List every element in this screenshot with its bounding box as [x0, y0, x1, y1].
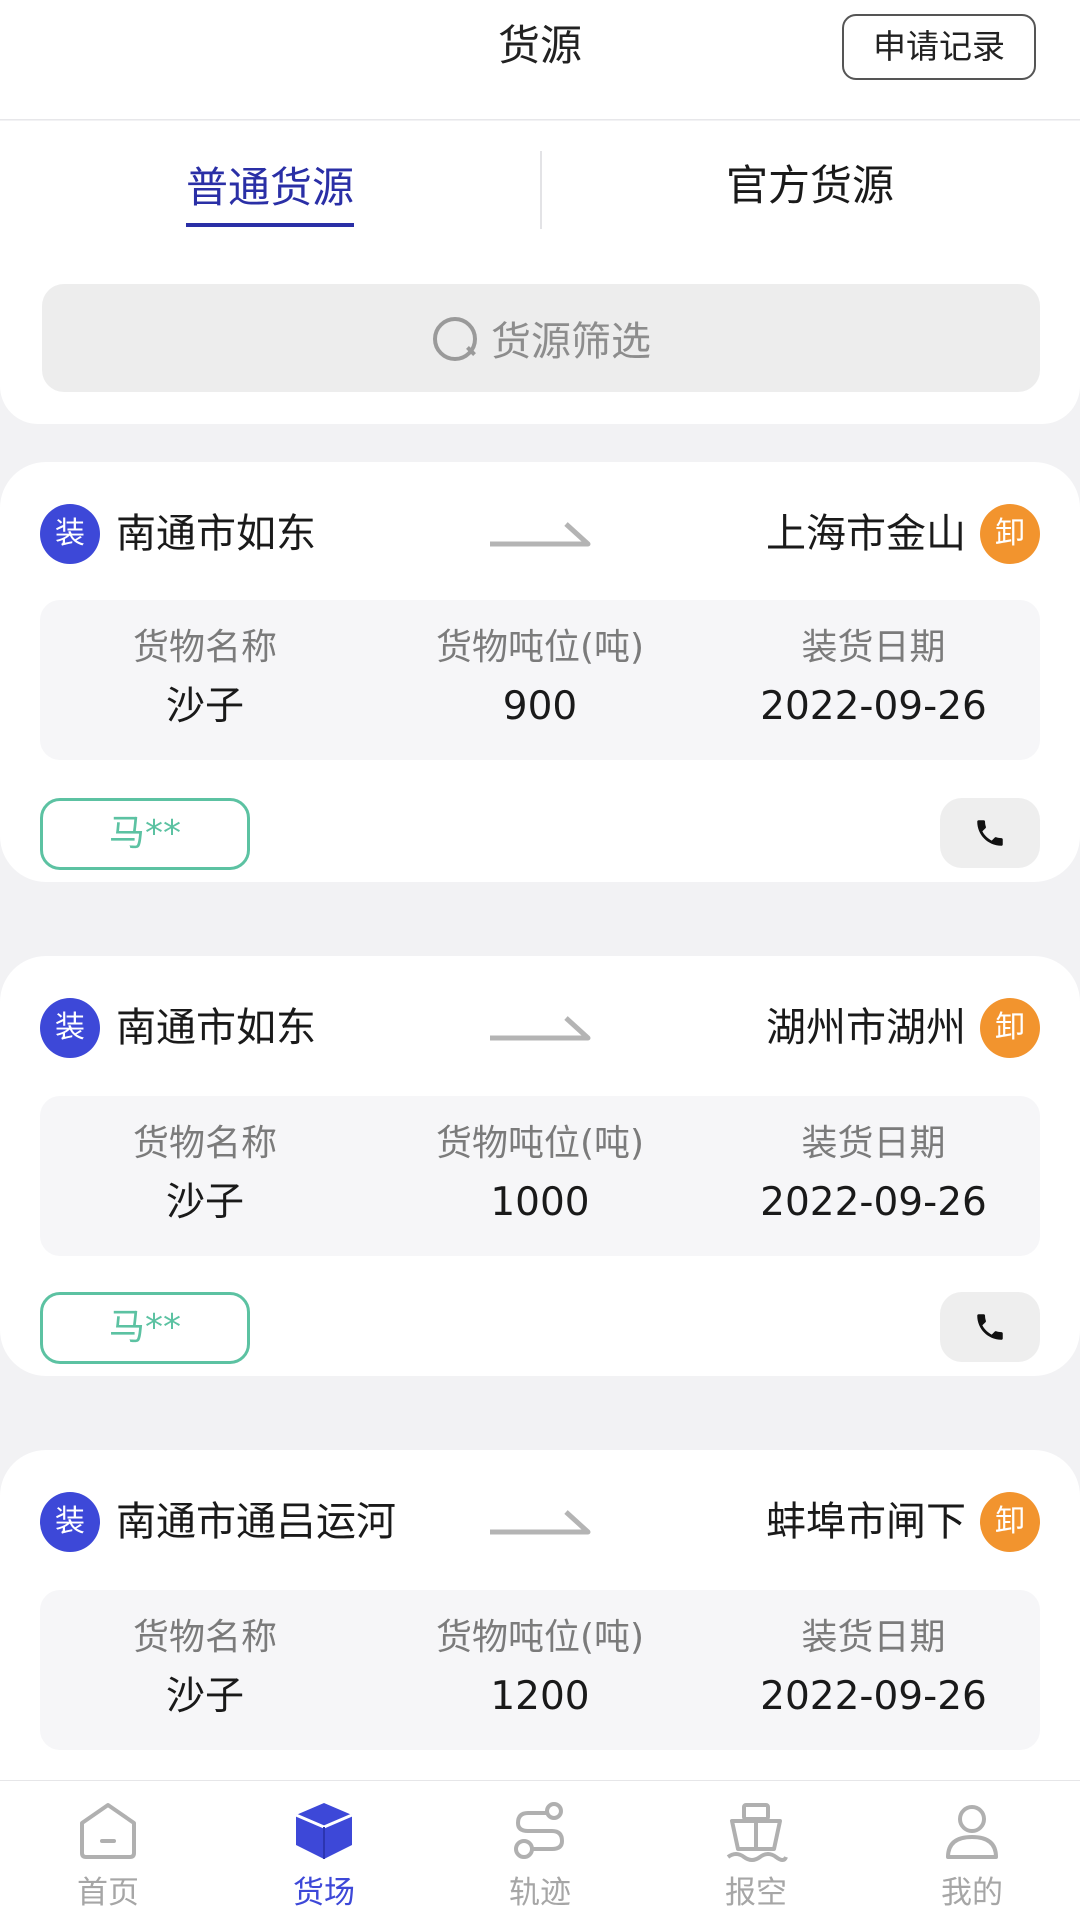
load-tag: 装: [40, 504, 100, 564]
contact-name-button[interactable]: 马**: [40, 798, 250, 870]
phone-icon: [977, 1314, 1003, 1340]
load-date-label: 装货日期: [801, 1617, 946, 1658]
tab-regular-source-label: 普通货源: [185, 161, 354, 227]
tonnage-label: 货物吨位(吨): [435, 627, 645, 668]
cargo-name-label: 货物名称: [132, 627, 277, 668]
cargo-name-column: 货物名称 沙子: [40, 1590, 370, 1720]
load-tag: 装: [40, 998, 100, 1058]
cargo-name-value: 沙子: [165, 684, 244, 729]
load-date-value: 2022-09-26: [760, 684, 987, 729]
cargo-card[interactable]: 装 南通市如东 上海市金山 卸 货物名称 沙子 货物吨位(吨) 900 装货日期…: [0, 462, 1080, 882]
load-date-value: 2022-09-26: [760, 1674, 987, 1719]
tonnage-label: 货物吨位(吨): [435, 1617, 645, 1658]
cargo-source-page: 货源 申请记录 普通货源 官方货源 货源筛选 装 南通市如东 上海市金山 卸 货…: [0, 0, 1080, 1920]
tonnage-value: 1000: [490, 1180, 590, 1225]
app-header: 货源 申请记录: [0, 0, 1080, 120]
nav-item-home[interactable]: 首页: [0, 1781, 216, 1920]
unload-tag: 卸: [980, 504, 1040, 564]
nav-label-home: 首页: [77, 1875, 139, 1911]
cargo-name-value: 沙子: [165, 1674, 244, 1719]
destination-location: 湖州市湖州: [766, 1005, 966, 1051]
cargo-name-column: 货物名称 沙子: [40, 1096, 370, 1226]
tonnage-label: 货物吨位(吨): [435, 1123, 645, 1164]
contact-name-button[interactable]: 马**: [40, 1292, 250, 1364]
nav-item-mine[interactable]: 我的: [864, 1781, 1080, 1920]
load-tag: 装: [40, 1492, 100, 1552]
load-date-value: 2022-09-26: [760, 1180, 987, 1225]
source-tabs: 普通货源 官方货源: [0, 121, 1080, 256]
destination-location: 蚌埠市闸下: [766, 1499, 966, 1545]
user-icon: [946, 1805, 998, 1859]
call-button[interactable]: [940, 1292, 1040, 1362]
unload-tag: 卸: [980, 1492, 1040, 1552]
phone-icon: [977, 820, 1003, 846]
route-arrow-icon: [490, 1510, 591, 1535]
tab-official-source-label: 官方货源: [725, 161, 894, 210]
tab-official-source[interactable]: 官方货源: [540, 121, 1080, 256]
tonnage-column: 货物吨位(吨) 1000: [390, 1096, 690, 1226]
cargo-name-label: 货物名称: [132, 1617, 277, 1658]
origin-location: 南通市如东: [116, 511, 316, 557]
load-date-column: 装货日期 2022-09-26: [707, 1590, 1040, 1720]
tonnage-column: 货物吨位(吨) 1200: [390, 1590, 690, 1720]
cargo-name-label: 货物名称: [132, 1123, 277, 1164]
tonnage-value: 900: [502, 684, 578, 729]
load-date-column: 装货日期 2022-09-26: [707, 1096, 1040, 1226]
nav-label-mine: 我的: [941, 1875, 1003, 1911]
nav-item-report-empty[interactable]: 报空: [648, 1781, 864, 1920]
load-date-label: 装货日期: [801, 627, 946, 668]
nav-label-track: 轨迹: [509, 1875, 571, 1911]
route-icon: [514, 1802, 565, 1859]
nav-label-report-empty: 报空: [725, 1875, 787, 1911]
search-section: 货源筛选: [0, 256, 1080, 424]
route-arrow-icon: [490, 522, 591, 547]
nav-item-track[interactable]: 轨迹: [432, 1781, 648, 1920]
tonnage-value: 1200: [490, 1674, 590, 1719]
call-button[interactable]: [940, 798, 1040, 868]
cargo-info-panel: 货物名称 沙子 货物吨位(吨) 900 装货日期 2022-09-26: [40, 600, 1040, 760]
cargo-card[interactable]: 装 南通市如东 湖州市湖州 卸 货物名称 沙子 货物吨位(吨) 1000 装货日…: [0, 956, 1080, 1376]
tab-regular-source[interactable]: 普通货源: [0, 121, 540, 256]
unload-tag: 卸: [980, 998, 1040, 1058]
cargo-name-value: 沙子: [165, 1180, 244, 1225]
search-icon: [431, 315, 477, 361]
load-date-label: 装货日期: [801, 1123, 946, 1164]
origin-location: 南通市通吕运河: [116, 1499, 396, 1545]
application-record-button[interactable]: 申请记录: [842, 14, 1036, 80]
source-filter-search[interactable]: 货源筛选: [42, 284, 1040, 392]
bottom-navigation: 首页 货场 轨迹 报空 我的: [0, 1780, 1080, 1920]
cargo-info-panel: 货物名称 沙子 货物吨位(吨) 1200 装货日期 2022-09-26: [40, 1590, 1040, 1750]
nav-label-cargo-yard: 货场: [293, 1875, 355, 1911]
route-arrow-icon: [490, 1016, 591, 1041]
cargo-box-icon: [295, 1803, 353, 1859]
nav-item-cargo-yard[interactable]: 货场: [216, 1781, 432, 1920]
home-icon: [80, 1803, 136, 1859]
load-date-column: 装货日期 2022-09-26: [707, 600, 1040, 730]
destination-location: 上海市金山: [766, 511, 966, 557]
cargo-info-panel: 货物名称 沙子 货物吨位(吨) 1000 装货日期 2022-09-26: [40, 1096, 1040, 1256]
search-placeholder: 货源筛选: [491, 319, 651, 365]
tonnage-column: 货物吨位(吨) 900: [390, 600, 690, 730]
ship-icon: [726, 1803, 788, 1862]
cargo-name-column: 货物名称 沙子: [40, 600, 370, 730]
origin-location: 南通市如东: [116, 1005, 316, 1051]
